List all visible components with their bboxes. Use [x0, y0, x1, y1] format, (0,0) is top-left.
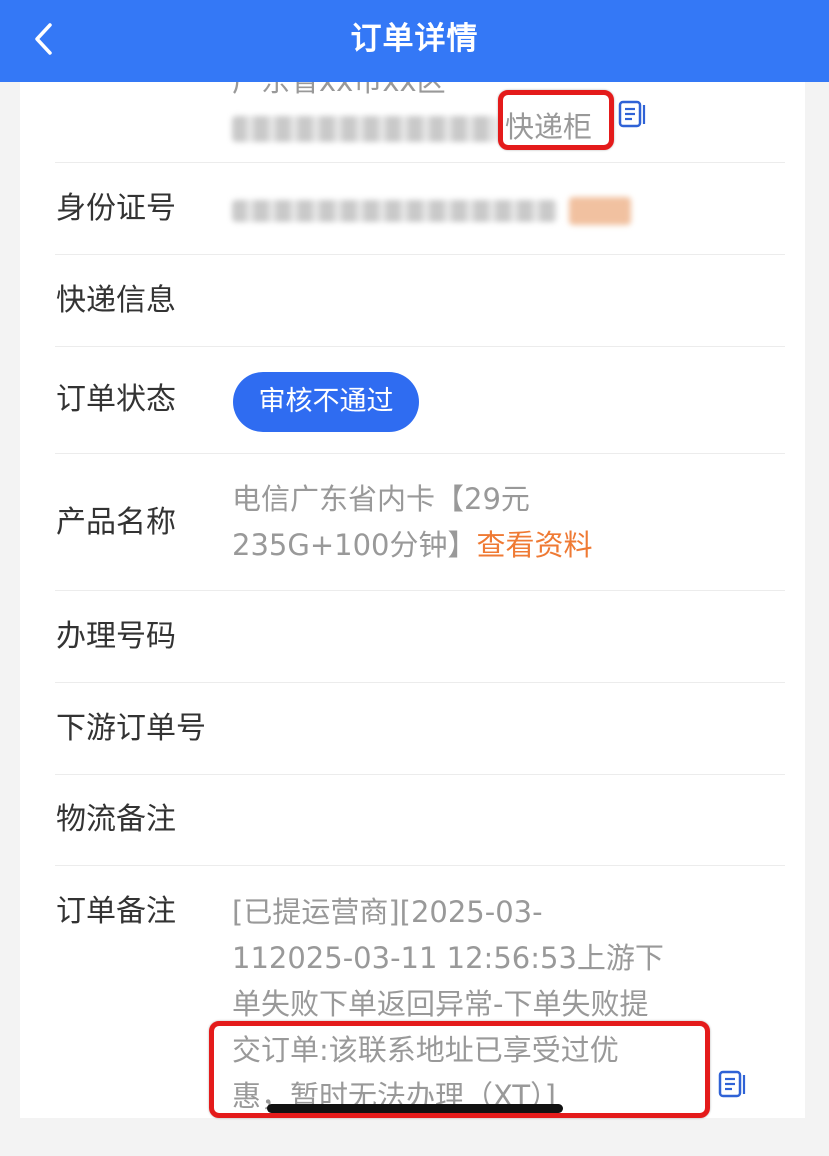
highlight-express-locker: [498, 90, 614, 150]
product-line-1: 电信广东省内卡【29元: [232, 482, 530, 516]
downstream-order-label: 下游订单号: [56, 711, 206, 746]
product-name-label: 产品名称: [56, 505, 176, 540]
product-name-value: 电信广东省内卡【29元 235G+100分钟】查看资料: [232, 476, 593, 568]
product-name-row: 产品名称 电信广东省内卡【29元 235G+100分钟】查看资料: [20, 454, 805, 591]
highlight-remark-reason: [209, 1021, 710, 1118]
remark-line: 112025-03-11 12:56:53上游下: [232, 941, 664, 975]
blurred-id-tag: [569, 197, 631, 225]
order-detail-card[interactable]: 广东省xx市xx区 快递柜 身份证号 快递信息 订单状态: [20, 82, 805, 1118]
product-line-2: 235G+100分钟】查看资料: [232, 522, 593, 568]
order-status-label: 订单状态: [56, 382, 176, 417]
id-number-row: 身份证号: [20, 163, 805, 255]
downstream-order-row: 下游订单号: [20, 683, 805, 775]
copy-icon[interactable]: [618, 99, 646, 129]
view-details-link[interactable]: 查看资料: [476, 528, 592, 562]
address-row: 广东省xx市xx区 快递柜: [20, 82, 805, 163]
order-remark-label: 订单备注: [56, 894, 176, 929]
id-number-value: [232, 197, 631, 225]
remark-line: [已提运营商][2025-03-: [232, 895, 543, 929]
order-status-row: 订单状态 审核不通过: [20, 347, 805, 454]
express-info-row: 快递信息: [20, 255, 805, 347]
logistics-remark-row: 物流备注: [20, 775, 805, 866]
phone-number-row: 办理号码: [20, 591, 805, 683]
id-number-label: 身份证号: [56, 191, 176, 226]
page-title: 订单详情: [350, 21, 479, 57]
phone-number-label: 办理号码: [56, 619, 176, 654]
copy-icon[interactable]: [718, 1069, 746, 1099]
status-badge: 审核不通过: [233, 372, 419, 432]
logistics-remark-label: 物流备注: [56, 802, 176, 837]
blurred-address: [232, 116, 497, 142]
product-line-2-text: 235G+100分钟】: [232, 528, 477, 562]
top-navigation-bar: 订单详情: [0, 0, 829, 82]
blurred-id-number: [232, 200, 557, 222]
express-info-label: 快递信息: [56, 283, 176, 318]
